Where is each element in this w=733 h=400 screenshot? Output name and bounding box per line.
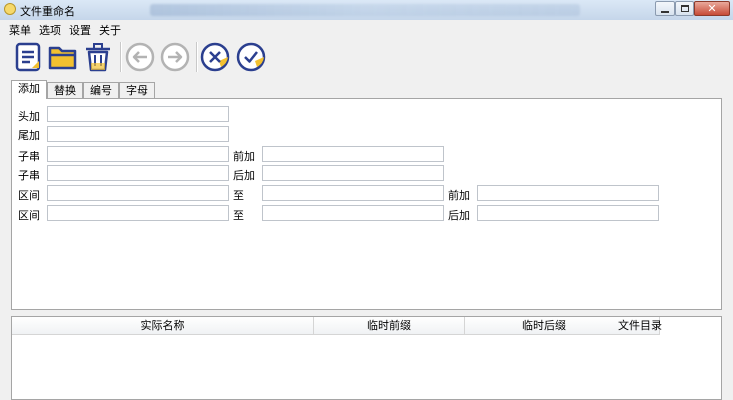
list-button[interactable] [12,41,44,73]
tab-replace[interactable]: 替换 [47,82,83,98]
blurred-title-area [150,4,580,16]
range-end-input[interactable] [262,185,444,201]
menu-item-options[interactable]: 选项 [39,22,61,38]
file-list[interactable]: 实际名称 临时前缀 临时后缀 文件目录 [11,316,722,400]
confirm-button[interactable] [235,41,267,73]
menu-item-menu[interactable]: 菜单 [9,22,31,38]
toolbar-separator [196,42,198,72]
cancel-icon [200,42,230,72]
list-icon [15,42,41,72]
range-end-input[interactable] [262,205,444,221]
substring-input[interactable] [47,146,229,162]
suffix-label: 尾加 [18,129,40,142]
menu-item-settings[interactable]: 设置 [69,22,91,38]
close-icon: ✕ [707,2,717,15]
cancel-button[interactable] [199,41,231,73]
open-folder-button[interactable] [47,41,79,73]
minimize-icon [661,10,669,13]
to-label: 至 [233,189,244,202]
after-label: 后加 [448,209,470,222]
window-title: 文件重命名 [20,5,75,18]
range-after-input[interactable] [477,205,659,221]
after-input[interactable] [262,165,444,181]
column-header-file-dir[interactable]: 文件目录 [618,317,662,334]
range-start-input[interactable] [47,185,229,201]
tab-panel-add: 头加 尾加 子串 前加 子串 后加 区间 至 前加 区间 至 后加 [11,98,722,310]
prefix-label: 头加 [18,110,40,123]
delete-button[interactable] [82,41,114,73]
tab-number[interactable]: 编号 [83,82,119,98]
confirm-icon [236,42,266,72]
range-label: 区间 [18,189,40,202]
back-button[interactable] [124,41,156,73]
file-list-header: 实际名称 临时前缀 临时后缀 文件目录 [12,317,662,335]
column-label: 文件目录 [618,319,662,332]
before-input[interactable] [262,146,444,162]
tab-letter[interactable]: 字母 [119,82,155,98]
range-start-input[interactable] [47,205,229,221]
column-header-temp-prefix[interactable]: 临时前缀 [314,317,465,334]
folder-open-icon [48,46,77,70]
before-label: 前加 [233,150,255,163]
maximize-button[interactable] [675,1,694,16]
to-label: 至 [233,209,244,222]
menu-item-about[interactable]: 关于 [99,22,121,38]
maximize-icon [680,5,689,12]
substring-label: 子串 [18,150,40,163]
tab-add[interactable]: 添加 [11,80,47,99]
forward-arrow-icon [160,42,190,72]
column-label: 临时后缀 [522,319,566,332]
column-header-actual-name[interactable]: 实际名称 [12,317,314,334]
prefix-input[interactable] [47,106,229,122]
app-icon [4,3,16,15]
menu-bar: 菜单 选项 设置 关于 [0,20,733,37]
forward-button[interactable] [159,41,191,73]
minimize-button[interactable] [655,1,675,16]
column-label: 临时前缀 [367,319,411,332]
toolbar [0,37,733,79]
range-label: 区间 [18,209,40,222]
title-bar: 文件重命名 ✕ [0,0,733,20]
suffix-input[interactable] [47,126,229,142]
trash-icon [86,43,110,72]
before-label: 前加 [448,189,470,202]
close-button[interactable]: ✕ [694,1,730,16]
substring-label: 子串 [18,169,40,182]
toolbar-separator [120,42,122,72]
column-label: 实际名称 [140,319,185,332]
substring-input[interactable] [47,165,229,181]
back-arrow-icon [125,42,155,72]
after-label: 后加 [233,169,255,182]
range-before-input[interactable] [477,185,659,201]
